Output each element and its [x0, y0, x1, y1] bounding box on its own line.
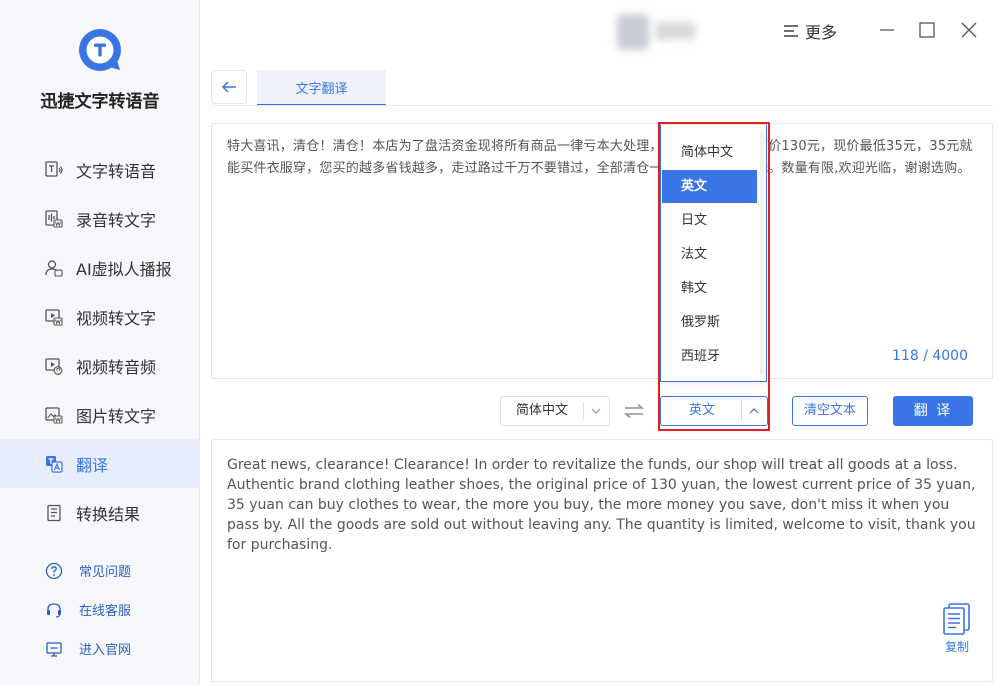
sidebar-nav: 文字转语音 录音转文字 AI虚拟人播报 视频转文字 视频转音频 图片转文字 翻译…	[0, 145, 200, 537]
virtual-anchor-icon	[45, 259, 63, 277]
help-links: 常见问题 在线客服 进入官网	[0, 551, 200, 668]
help-item-website[interactable]: 进入官网	[0, 629, 200, 668]
sidebar: 迅捷文字转语音 文字转语音 录音转文字 AI虚拟人播报 视频转文字 视频转音频 …	[0, 0, 200, 685]
image-to-text-icon	[45, 406, 63, 424]
arrow-left-icon	[221, 81, 236, 93]
sidebar-item-audio-to-text[interactable]: 录音转文字	[0, 194, 200, 243]
sidebar-item-results[interactable]: 转换结果	[0, 488, 200, 537]
sidebar-item-label: 视频转文字	[76, 308, 157, 328]
source-language-select[interactable]: 简体中文	[500, 396, 610, 426]
sidebar-item-label: 视频转音频	[76, 357, 157, 377]
app-logo-icon	[79, 29, 121, 71]
result-text-area[interactable]: Great news, clearance! Clearance! In ord…	[211, 439, 993, 682]
sidebar-item-label: 录音转文字	[76, 210, 157, 230]
user-avatar[interactable]	[617, 14, 649, 50]
help-item-support[interactable]: 在线客服	[0, 590, 200, 629]
dropdown-option[interactable]: 俄罗斯	[662, 306, 757, 339]
dropdown-option-selected[interactable]: 英文	[662, 170, 757, 203]
user-name-blurred	[655, 22, 695, 40]
sidebar-item-label: AI虚拟人播报	[76, 259, 172, 279]
copy-label: 复制	[944, 640, 969, 654]
dropdown-option[interactable]: 韩文	[662, 272, 757, 305]
back-button[interactable]	[211, 70, 247, 104]
translate-icon	[46, 455, 63, 473]
target-language-dropdown: 简体中文 英文 日文 法文 韩文 俄罗斯 西班牙	[660, 124, 767, 382]
tab-divider	[211, 105, 993, 106]
char-count: 118 / 4000	[892, 348, 968, 364]
sidebar-item-label: 文字转语音	[76, 161, 157, 181]
result-text[interactable]: Great news, clearance! Clearance! In ord…	[227, 455, 982, 555]
chevron-down-icon	[591, 408, 601, 414]
copy-document-icon	[943, 603, 970, 635]
source-language-value: 简体中文	[516, 403, 569, 418]
dropdown-option[interactable]: 日文	[662, 204, 757, 237]
chevron-up-icon	[749, 408, 759, 414]
help-item-label: 常见问题	[79, 565, 132, 580]
close-icon[interactable]	[959, 20, 979, 40]
app-name: 迅捷文字转语音	[40, 92, 160, 112]
question-icon	[45, 562, 63, 579]
help-item-faq[interactable]: 常见问题	[0, 551, 200, 590]
swap-arrows-icon[interactable]	[623, 402, 645, 420]
minimize-icon[interactable]	[877, 20, 897, 40]
select-divider	[583, 402, 584, 420]
target-language-select[interactable]: 英文	[660, 396, 768, 426]
translate-button[interactable]: 翻 译	[893, 396, 973, 426]
video-to-text-icon	[45, 308, 63, 326]
maximize-icon[interactable]	[917, 20, 937, 40]
sidebar-item-image-to-text[interactable]: 图片转文字	[0, 390, 200, 439]
clear-text-button[interactable]: 清空文本	[792, 396, 868, 426]
sidebar-item-text-to-speech[interactable]: 文字转语音	[0, 145, 200, 194]
more-menu-button[interactable]: 更多	[783, 20, 837, 42]
sidebar-item-video-to-audio[interactable]: 视频转音频	[0, 341, 200, 390]
audio-to-text-icon	[45, 209, 63, 228]
text-to-speech-icon	[45, 160, 63, 177]
dropdown-option[interactable]: 法文	[662, 238, 757, 271]
sidebar-item-label: 图片转文字	[76, 406, 157, 426]
source-text-area[interactable]: 特大喜讯，清仓！清仓！本店为了盘活资金现将所有商品一律亏本大处理，品牌服装皮鞋，…	[211, 123, 993, 379]
help-item-label: 进入官网	[79, 643, 132, 658]
sidebar-item-ai-virtual-anchor[interactable]: AI虚拟人播报	[0, 243, 200, 292]
monitor-icon	[46, 641, 62, 657]
sidebar-item-translate[interactable]: 翻译	[0, 439, 200, 488]
menu-icon	[784, 25, 798, 37]
video-to-audio-icon	[45, 357, 63, 375]
source-text[interactable]: 特大喜讯，清仓！清仓！本店为了盘活资金现将所有商品一律亏本大处理，品牌服装皮鞋，…	[227, 136, 979, 180]
sidebar-item-label: 转换结果	[76, 504, 141, 524]
headset-icon	[47, 602, 61, 618]
sidebar-item-label: 翻译	[76, 455, 109, 475]
target-language-value: 英文	[688, 403, 715, 418]
sidebar-item-video-to-text[interactable]: 视频转文字	[0, 292, 200, 341]
select-divider	[741, 402, 742, 420]
dropdown-option[interactable]: 简体中文	[662, 136, 757, 169]
dropdown-option[interactable]: 西班牙	[662, 340, 757, 373]
dropdown-scrollbar[interactable]	[760, 131, 764, 375]
tab-text-translate[interactable]: 文字翻译	[257, 70, 386, 106]
more-label: 更多	[805, 23, 838, 42]
copy-button[interactable]: 复制	[937, 602, 977, 658]
results-icon	[47, 504, 61, 521]
help-item-label: 在线客服	[79, 604, 132, 619]
